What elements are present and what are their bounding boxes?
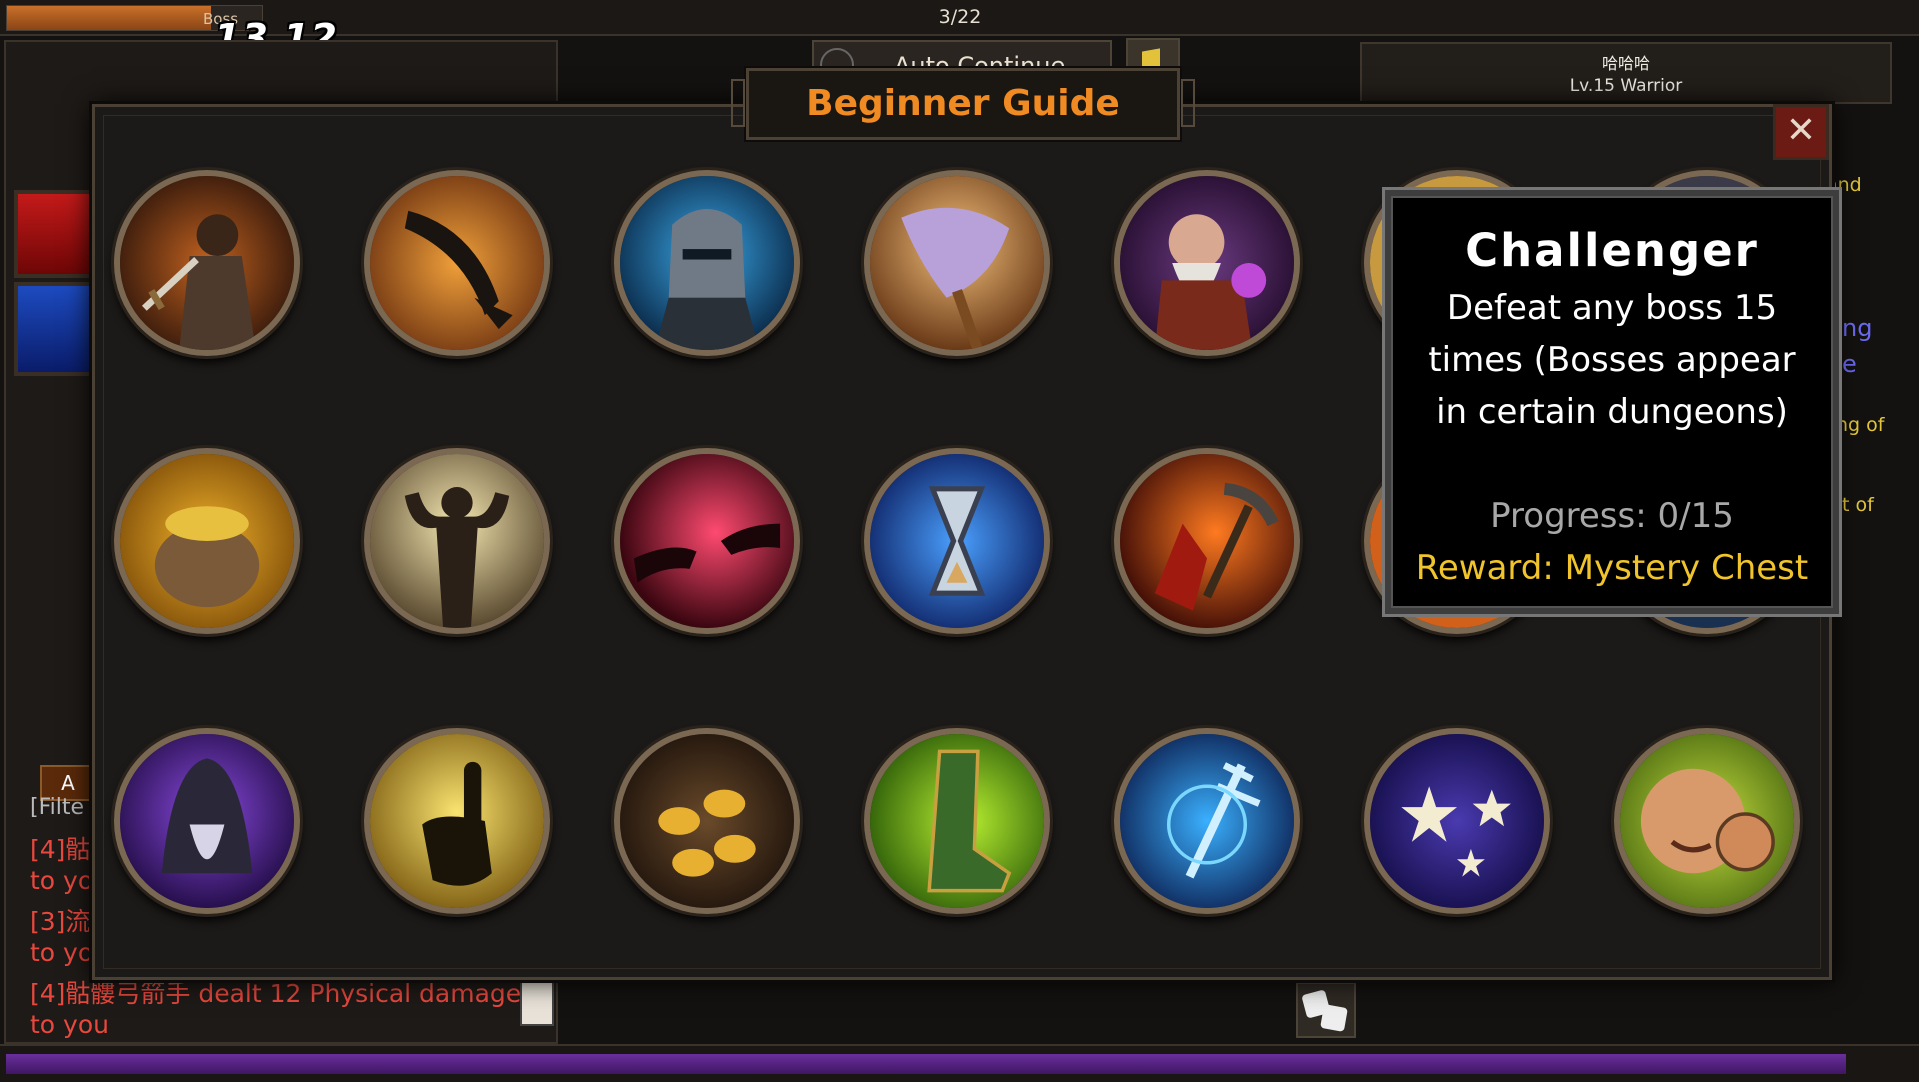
character-panel: 哈哈哈 Lv.15 Warrior [1360,42,1892,104]
tooltip-reward: Reward: Mystery Chest [1415,548,1809,588]
blade-icon[interactable] [364,170,550,356]
boot-icon[interactable] [864,728,1050,914]
modal-title-plaque: Beginner Guide [731,68,1195,140]
muscle-icon[interactable] [364,448,550,634]
right-panel-fragment: ng [1842,314,1873,342]
close-icon: ✕ [1785,110,1817,151]
stars-icon[interactable] [1364,728,1550,914]
gold-coins-icon[interactable] [614,728,800,914]
right-panel-fragment: t of [1842,494,1874,516]
modal-title: Beginner Guide [806,83,1120,124]
trident-icon[interactable] [1114,728,1300,914]
dice-button[interactable] [1296,982,1356,1038]
close-button[interactable]: ✕ [1773,104,1829,160]
boss-hp-fill [7,6,211,30]
right-panel-fragment: ng of [1836,414,1885,436]
chat-line: to you [30,1010,109,1039]
knight-helmet-icon[interactable] [614,170,800,356]
punched-face-icon[interactable] [1614,728,1800,914]
dice-icon [1320,1004,1348,1032]
chat-scrollbar[interactable] [520,976,554,1026]
mining-pickaxe-icon[interactable] [1114,448,1300,634]
character-level: Lv.15 Warrior [1569,76,1683,96]
tooltip-title: Challenger [1465,224,1759,277]
pointing-finger-icon[interactable] [364,728,550,914]
character-name: 哈哈哈 [1601,54,1650,73]
torch-icon[interactable] [864,170,1050,356]
tooltip-description: Defeat any boss 15 times (Bosses appear … [1428,288,1796,432]
tooltip-progress: Progress: 0/15 [1490,496,1734,536]
swordsman-icon[interactable] [114,170,300,356]
alchemist-icon[interactable] [1114,170,1300,356]
right-panel-fragment: e [1842,350,1857,378]
wave-counter: 3/22 [938,6,982,28]
gold-bag-icon[interactable] [114,448,300,634]
achievement-tooltip: Challenger Defeat any boss 15 times (Bos… [1385,190,1839,614]
hourglass-icon[interactable] [864,448,1050,634]
bottom-xp-bar [0,1044,1919,1082]
xp-fill [6,1054,1846,1074]
hooded-sage-icon[interactable] [114,728,300,914]
magic-hands-icon[interactable] [614,448,800,634]
chat-filter-label[interactable]: [Filte [30,795,84,820]
